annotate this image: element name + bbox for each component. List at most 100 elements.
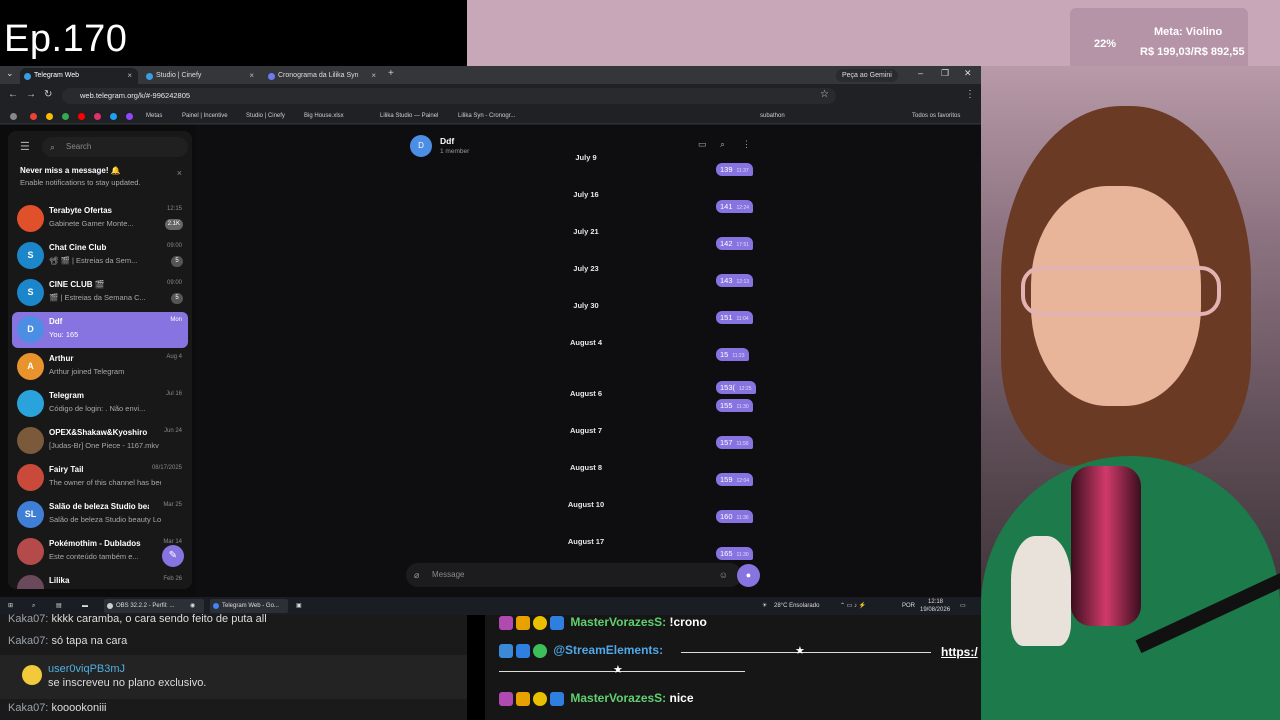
chat-list-item[interactable]: OPEX&Shakaw&Kyoshiro ac... [Judas-Br] One…: [12, 423, 188, 459]
avatar: D: [17, 316, 44, 343]
chat-list-item[interactable]: Fairy Tail The owner of this channel has …: [12, 460, 188, 496]
bookmark-icon[interactable]: [94, 113, 101, 120]
bookmark-cronograma[interactable]: Lilika Syn - Cronogr...: [458, 110, 515, 122]
all-bookmarks[interactable]: Todos os favoritos: [912, 110, 960, 122]
chat-list-item[interactable]: Lilika Feb 26: [12, 571, 188, 589]
bookmark-subathon[interactable]: subathon: [760, 110, 785, 122]
message-time: 11:37: [736, 168, 749, 174]
gemini-button[interactable]: Peça ao Gemini: [836, 69, 898, 82]
chat-time: Mar 25: [163, 502, 182, 508]
taskbar-obs[interactable]: OBS 32.2.2 - Perfil: ...: [104, 599, 204, 613]
message-bubble[interactable]: 142 17:51: [716, 237, 754, 250]
message-bubble[interactable]: 153(12:25: [716, 381, 756, 394]
attach-icon[interactable]: ⌀: [414, 563, 419, 587]
chat-list-item[interactable]: A Arthur Arthur joined Telegram Aug 4: [12, 349, 188, 385]
chat-list-item[interactable]: SL Salão de beleza Studio beau... Salão de…: [12, 497, 188, 533]
chat-list-item[interactable]: D Ddf You: 165 Mon: [12, 312, 188, 348]
minimize-button[interactable]: –: [918, 68, 923, 78]
message-input[interactable]: ⌀ Message ☺: [406, 563, 742, 587]
chat-list-item[interactable]: Terabyte Ofertas Gabinete Gamer Monte... 1…: [12, 201, 188, 237]
bookmark-icon[interactable]: [62, 113, 69, 120]
notification-icon[interactable]: ▭: [960, 597, 966, 615]
new-tab-button[interactable]: +: [388, 68, 394, 79]
message-time: 12:13: [736, 279, 750, 285]
avatar: [17, 427, 44, 454]
bookmark-bighouse[interactable]: Big House.xlsx: [304, 110, 344, 122]
message-bubble[interactable]: 151 11:04: [716, 311, 753, 324]
chat-line: MasterVorazesS: !crono: [499, 615, 707, 633]
close-window-button[interactable]: ✕: [964, 68, 972, 79]
chat-info-icon[interactable]: ▭: [698, 139, 707, 150]
language[interactable]: POR: [902, 597, 915, 615]
close-icon[interactable]: ×: [249, 68, 254, 84]
tab-search-icon[interactable]: ⌄: [6, 68, 14, 79]
url-input[interactable]: web.telegram.org/k/#-996242805: [62, 88, 836, 104]
forward-icon[interactable]: →: [26, 89, 36, 100]
hamburger-menu-icon[interactable]: ☰: [20, 140, 30, 153]
chat-time: Jul 16: [165, 391, 182, 397]
chat-list-item[interactable]: Telegram Código de login: . Não envi... Ju…: [12, 386, 188, 422]
sub-user: user0viqPB3mJ: [48, 663, 126, 675]
message-text: 143: [720, 276, 733, 285]
bookmark-icon[interactable]: [126, 113, 133, 120]
tray-icons[interactable]: ⌃ ▭ ♪ ⚡: [840, 597, 866, 615]
tab-cinefy[interactable]: Studio | Cinefy ×: [142, 68, 260, 84]
app-icon[interactable]: ▣: [296, 597, 302, 615]
unread-badge: 5: [171, 293, 183, 304]
message-bubble[interactable]: 15 11:23: [716, 348, 749, 361]
chat-name: OPEX&Shakaw&Kyoshiro ac...: [49, 428, 149, 437]
microphone-button[interactable]: ●: [737, 564, 760, 587]
message-bubble[interactable]: 157 11:56: [716, 436, 753, 449]
message-bubble[interactable]: 160 11:36: [716, 510, 753, 523]
bookmark-incentive[interactable]: Painel | Incentive: [182, 110, 228, 122]
compose-button[interactable]: ✎: [162, 545, 184, 567]
notification-title: Never miss a message! 🔔: [20, 166, 121, 175]
message-bubble[interactable]: 141 12:24: [716, 200, 754, 213]
chat-list-item[interactable]: S Chat Cine Club 📽 🎬 | Estreias da Sem... 0…: [12, 238, 188, 274]
verified-icon: [533, 643, 547, 658]
bookmark-icon[interactable]: [78, 113, 85, 120]
message-bubble[interactable]: 165 11:30: [716, 547, 753, 560]
reload-icon[interactable]: ↻: [44, 89, 52, 100]
close-icon[interactable]: ×: [371, 68, 376, 84]
figurine: [1011, 536, 1071, 646]
chat-name: Pokémothim - Dublados: [49, 539, 141, 548]
more-icon[interactable]: ⋮: [742, 139, 751, 150]
message-time: 12:25: [739, 386, 752, 392]
chat-list-item[interactable]: S CINE CLUB 🎬 🎬 | Estreias da Semana C... 0…: [12, 275, 188, 311]
tab-telegram[interactable]: Telegram Web ×: [20, 68, 138, 84]
message-bubble[interactable]: 159 12:04: [716, 473, 754, 486]
message-bubble[interactable]: 143 12:13: [716, 274, 754, 287]
date-separator: August 4: [569, 338, 603, 347]
taskbar-telegram[interactable]: Telegram Web - Go...: [210, 599, 288, 613]
apps-icon[interactable]: [10, 113, 17, 120]
back-icon[interactable]: ←: [8, 89, 18, 100]
bookmark-lilika-painel[interactable]: Lilika Studio — Painel: [380, 110, 438, 122]
message-bubble[interactable]: 155 11:30: [716, 399, 753, 412]
notification-banner[interactable]: Never miss a message! 🔔 Enable notificat…: [8, 163, 192, 193]
tab-cronograma[interactable]: Cronograma da Lilika Syn ×: [264, 68, 382, 84]
bookmark-icon[interactable]: [30, 113, 37, 120]
avatar: A: [17, 353, 44, 380]
stream-chat-right: MasterVorazesS: !crono @StreamElements: …: [485, 615, 981, 720]
bookmark-cinefy[interactable]: Studio | Cinefy: [246, 110, 285, 122]
search-icon[interactable]: ⌕: [720, 139, 725, 150]
subscription-alert: user0viqPB3mJ se inscreveu no plano excl…: [0, 655, 467, 699]
chat-line: Kaka07: kkkk caramba, o cara sendo feito…: [8, 613, 267, 625]
chat-link[interactable]: https:/: [941, 645, 978, 659]
bookmark-metas[interactable]: Metas: [146, 110, 162, 122]
message-time: 11:23: [732, 353, 745, 359]
bookmark-icon[interactable]: [46, 113, 53, 120]
bookmark-star-icon[interactable]: ☆: [820, 89, 829, 100]
screen: Ep.170 22% Meta: Violino R$ 199,03/R$ 89…: [0, 0, 1280, 720]
close-icon[interactable]: ×: [177, 168, 182, 178]
emoji-icon[interactable]: ☺: [719, 563, 728, 587]
avatar: [17, 538, 44, 565]
search-input[interactable]: ⌕ Search: [42, 137, 188, 157]
close-icon[interactable]: ×: [127, 68, 132, 84]
bookmark-icon[interactable]: [110, 113, 117, 120]
restore-button[interactable]: ❐: [941, 68, 949, 79]
message-bubble[interactable]: 139 11:37: [716, 163, 753, 176]
chat-name: Fairy Tail: [49, 465, 84, 474]
menu-icon[interactable]: ⋮: [965, 89, 975, 100]
